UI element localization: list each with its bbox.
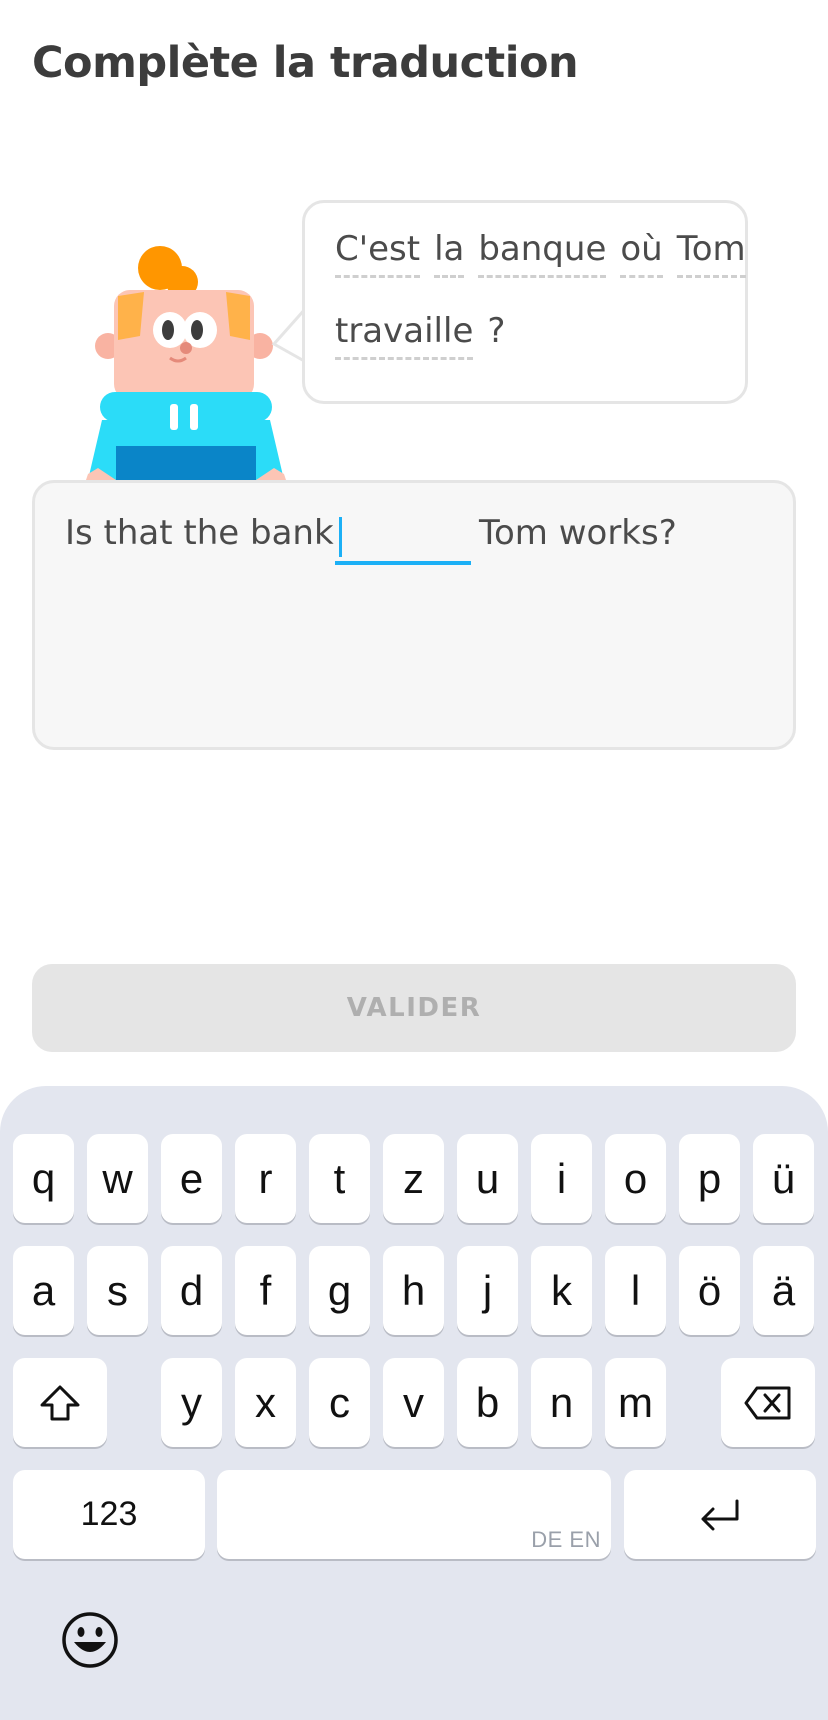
key[interactable]: a (13, 1246, 74, 1335)
key[interactable]: p (679, 1134, 740, 1223)
key[interactable]: v (383, 1358, 444, 1447)
text-caret (339, 517, 342, 557)
prompt-word[interactable]: C'est (335, 229, 421, 278)
key[interactable]: w (87, 1134, 148, 1223)
backspace-key[interactable] (721, 1358, 815, 1447)
prompt-word[interactable]: banque (478, 229, 607, 278)
answer-blank-input[interactable] (335, 515, 471, 565)
key[interactable]: ö (679, 1246, 740, 1335)
answer-text-before: Is that the bank (65, 513, 334, 553)
prompt-word[interactable]: travaille (335, 311, 474, 360)
key[interactable]: m (605, 1358, 666, 1447)
key[interactable]: d (161, 1246, 222, 1335)
key[interactable]: n (531, 1358, 592, 1447)
validate-button[interactable]: VALIDER (32, 964, 796, 1052)
key[interactable]: z (383, 1134, 444, 1223)
backspace-icon (744, 1386, 791, 1419)
key[interactable]: ü (753, 1134, 814, 1223)
numbers-key[interactable]: 123 (13, 1470, 205, 1559)
shift-key[interactable] (13, 1358, 107, 1447)
emoji-key[interactable] (60, 1610, 120, 1670)
key[interactable]: k (531, 1246, 592, 1335)
key[interactable]: r (235, 1134, 296, 1223)
key[interactable]: c (309, 1358, 370, 1447)
prompt-word[interactable]: la (434, 229, 465, 278)
language-hint: DE EN (531, 1527, 601, 1552)
key[interactable]: e (161, 1134, 222, 1223)
prompt-word[interactable]: Tom (676, 229, 746, 278)
key[interactable]: g (309, 1246, 370, 1335)
emoji-icon (62, 1612, 118, 1668)
key[interactable]: i (531, 1134, 592, 1223)
key[interactable]: x (235, 1358, 296, 1447)
key[interactable]: b (457, 1358, 518, 1447)
key[interactable]: u (457, 1134, 518, 1223)
shift-icon (40, 1385, 80, 1420)
key[interactable]: y (161, 1358, 222, 1447)
key[interactable]: h (383, 1246, 444, 1335)
answer-box: Is that the bank Tom works? (32, 480, 796, 750)
key[interactable]: s (87, 1246, 148, 1335)
page-title: Complète la traduction (32, 38, 579, 88)
key[interactable]: j (457, 1246, 518, 1335)
key[interactable]: q (13, 1134, 74, 1223)
character-illustration (86, 240, 286, 480)
key[interactable]: t (309, 1134, 370, 1223)
prompt-word[interactable]: où (620, 229, 663, 278)
speech-bubble: C'est la banque où Tom travaille? (302, 200, 748, 404)
prompt-punctuation: ? (487, 311, 506, 351)
key[interactable]: f (235, 1246, 296, 1335)
return-key[interactable] (624, 1470, 816, 1559)
space-key[interactable]: DE EN (217, 1470, 611, 1559)
key[interactable]: o (605, 1134, 666, 1223)
answer-text-after: Tom works? (479, 513, 677, 553)
key[interactable]: l (605, 1246, 666, 1335)
key[interactable]: ä (753, 1246, 814, 1335)
prompt-line-1: C'est la banque où Tom (335, 229, 746, 278)
prompt-line-2: travaille? (335, 311, 505, 360)
return-icon (701, 1499, 739, 1530)
